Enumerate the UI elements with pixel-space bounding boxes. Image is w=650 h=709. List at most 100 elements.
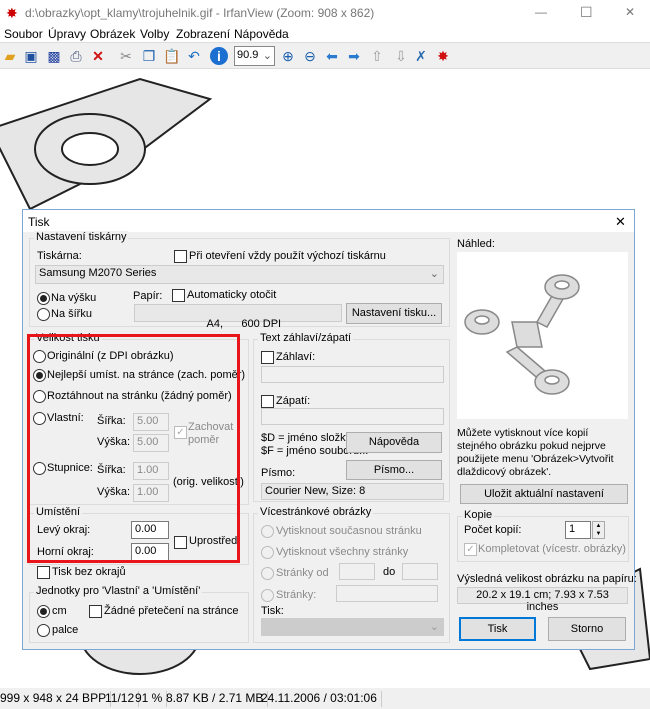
header-checkbox[interactable] bbox=[261, 351, 274, 364]
cancel-button[interactable]: Storno bbox=[548, 617, 626, 641]
cm-radio[interactable] bbox=[37, 605, 50, 618]
dialog-close-button[interactable]: ✕ bbox=[615, 214, 626, 230]
copy-icon[interactable]: ❐ bbox=[140, 47, 158, 65]
pages-from-label: Stránky od bbox=[276, 567, 329, 579]
paper-label: Papír: bbox=[133, 290, 163, 302]
status-dimensions: 999 x 948 x 24 BPP bbox=[0, 691, 112, 707]
zoom-value: 90.9 bbox=[237, 49, 259, 61]
inch-label: palce bbox=[52, 624, 79, 636]
save-settings-button[interactable]: Uložit aktuální nastavení bbox=[460, 484, 628, 504]
open-icon[interactable]: ▰ bbox=[1, 47, 19, 65]
irfanview-logo-icon[interactable]: ✸ bbox=[434, 47, 452, 65]
font-label: Písmo: bbox=[261, 467, 296, 479]
copies-count-label: Počet kopií: bbox=[464, 524, 522, 536]
printer-value: Samsung M2070 Series bbox=[39, 267, 157, 279]
app-icon: ✸ bbox=[6, 5, 18, 21]
cut-icon[interactable]: ✂ bbox=[117, 47, 135, 65]
previous-icon[interactable]: ⬅ bbox=[323, 47, 341, 65]
info-icon[interactable]: i bbox=[210, 47, 228, 65]
first-page-icon[interactable]: ⇧ bbox=[368, 47, 386, 65]
help-button[interactable]: Nápověda bbox=[346, 432, 442, 453]
print-mode-label: Tisk: bbox=[261, 605, 284, 617]
delete-icon[interactable]: ✕ bbox=[89, 47, 107, 65]
font-button[interactable]: Písmo... bbox=[346, 460, 442, 480]
next-icon[interactable]: ➡ bbox=[345, 47, 363, 65]
chevron-down-icon: ⌄ bbox=[262, 50, 272, 62]
current-page-radio[interactable] bbox=[261, 525, 274, 538]
status-bar: 999 x 948 x 24 BPP 11/12 91 % 8.87 KB / … bbox=[0, 688, 650, 709]
header-input[interactable] bbox=[261, 366, 444, 383]
menu-obrazek[interactable]: Obrázek bbox=[90, 27, 135, 41]
minimize-button[interactable]: — bbox=[535, 5, 547, 19]
pages-to-input[interactable] bbox=[402, 563, 438, 580]
print-dialog: Tisk ✕ Nastavení tiskárny Tiskárna: Při … bbox=[22, 209, 637, 650]
paper-field: A4, 600 DPI bbox=[134, 304, 342, 330]
borderless-label: Tisk bez okrajů bbox=[52, 566, 126, 578]
copies-spinner[interactable]: ▲ ▼ bbox=[592, 521, 605, 539]
dialog-title-bar: Tisk ✕ bbox=[23, 210, 634, 232]
print-button[interactable]: Tisk bbox=[459, 617, 536, 641]
pages-input[interactable] bbox=[336, 585, 438, 602]
pages-from-input[interactable] bbox=[339, 563, 375, 580]
print-mode-select[interactable]: ⌄ bbox=[261, 618, 444, 636]
shape-hole bbox=[61, 132, 119, 166]
help-text-1: $D = jméno složky, bbox=[261, 432, 354, 444]
chevron-down-icon: ⌄ bbox=[429, 268, 439, 280]
footer-checkbox[interactable] bbox=[261, 395, 274, 408]
settings-icon[interactable]: ✗ bbox=[412, 47, 430, 65]
menu-napoveda[interactable]: Nápověda bbox=[234, 27, 289, 41]
preview-area bbox=[457, 252, 628, 419]
auto-rotate-checkbox[interactable] bbox=[172, 289, 185, 302]
info-text: Můžete vytisknout více kopií stejného ob… bbox=[457, 427, 614, 478]
zoom-out-icon[interactable]: ⊖ bbox=[301, 47, 319, 65]
pages-to-label: do bbox=[383, 566, 396, 578]
menu-soubor[interactable]: Soubor bbox=[4, 27, 43, 41]
pages-label: Stránky: bbox=[276, 589, 317, 601]
portrait-radio[interactable] bbox=[37, 292, 50, 305]
last-page-icon[interactable]: ⇩ bbox=[392, 47, 410, 65]
footer-input[interactable] bbox=[261, 408, 444, 425]
print-icon[interactable]: ⎙ bbox=[67, 47, 85, 65]
inch-radio[interactable] bbox=[37, 624, 50, 637]
menu-zobrazeni[interactable]: Zobrazení bbox=[176, 27, 230, 41]
undo-icon[interactable]: ↶ bbox=[185, 47, 203, 65]
collate-label: Kompletovat (vícestr. obrázky) bbox=[478, 543, 626, 555]
highlight-box bbox=[27, 334, 240, 563]
group-label: Text záhlaví/zápatí bbox=[258, 332, 354, 344]
close-button[interactable]: ✕ bbox=[625, 5, 635, 19]
menu-volby[interactable]: Volby bbox=[140, 27, 169, 41]
all-pages-label: Vytisknout všechny stránky bbox=[276, 546, 409, 558]
maximize-button[interactable]: ☐ bbox=[580, 4, 593, 21]
no-overflow-checkbox[interactable] bbox=[89, 605, 102, 618]
landscape-radio[interactable] bbox=[37, 308, 50, 321]
all-pages-radio[interactable] bbox=[261, 546, 274, 559]
menu-upravy[interactable]: Úpravy bbox=[48, 27, 86, 41]
paper-value: A4, 600 DPI bbox=[206, 318, 282, 330]
pages-from-radio[interactable] bbox=[261, 567, 274, 580]
printer-setup-button[interactable]: Nastavení tisku... bbox=[346, 303, 442, 324]
header-label: Záhlaví: bbox=[276, 351, 316, 363]
default-printer-checkbox[interactable] bbox=[174, 250, 187, 263]
group-label: Nastavení tiskárny bbox=[34, 231, 129, 243]
borderless-checkbox[interactable] bbox=[37, 566, 50, 579]
toolbar: ▰ ▣ ▩ ⎙ ✕ ✂ ❐ 📋 ↶ i 90.9 ⌄ ⊕ ⊖ ⬅ ➡ ⇧ ⇩ ✗… bbox=[0, 42, 650, 69]
group-label: Jednotky pro 'Vlastní' a 'Umístění' bbox=[34, 585, 203, 597]
paste-icon[interactable]: 📋 bbox=[163, 47, 181, 65]
save-icon[interactable]: ▩ bbox=[45, 47, 63, 65]
slideshow-icon[interactable]: ▣ bbox=[22, 47, 40, 65]
footer-label: Zápatí: bbox=[276, 395, 311, 407]
portrait-label: Na výšku bbox=[51, 292, 97, 304]
zoom-combo[interactable]: 90.9 ⌄ bbox=[234, 46, 275, 66]
status-filesize: 8.87 KB / 2.71 MB bbox=[162, 691, 269, 707]
printer-label: Tiskárna: bbox=[37, 250, 82, 262]
preview-label: Náhled: bbox=[457, 238, 495, 250]
cm-label: cm bbox=[52, 605, 67, 617]
title-bar: ✸ d:\obrazky\opt_klamy\trojuhelnik.gif -… bbox=[0, 0, 650, 26]
collate-checkbox[interactable]: ✓ bbox=[464, 543, 477, 556]
preview-image bbox=[464, 274, 580, 395]
copies-count-input[interactable]: 1 bbox=[565, 521, 591, 539]
printer-select[interactable]: Samsung M2070 Series ⌄ bbox=[35, 265, 444, 284]
current-page-label: Vytisknout současnou stránku bbox=[276, 525, 422, 537]
pages-radio[interactable] bbox=[261, 589, 274, 602]
zoom-in-icon[interactable]: ⊕ bbox=[279, 47, 297, 65]
